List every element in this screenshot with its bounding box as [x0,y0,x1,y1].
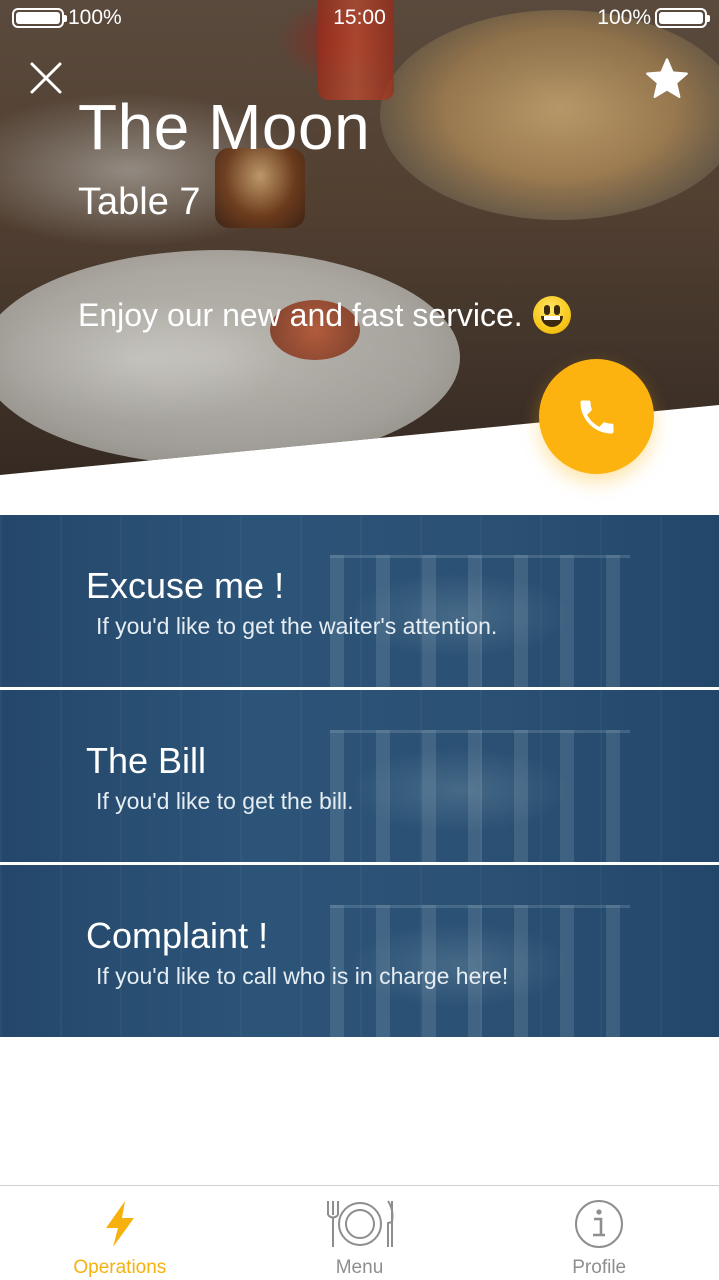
tab-label: Menu [335,1257,384,1278]
star-icon [646,58,688,98]
action-title: Excuse me ! [86,565,285,606]
action-title: The Bill [86,740,207,781]
call-waiter-button[interactable] [539,359,654,474]
action-title: Complaint ! [86,915,269,956]
lightning-icon [100,1198,140,1250]
tab-label: Profile [572,1257,627,1278]
plate-cutlery-icon [320,1198,400,1250]
status-right: 100% [597,6,710,30]
close-button[interactable] [26,58,66,98]
restaurant-name: The Moon [78,91,371,163]
tagline-text: Enjoy our new and fast service. [78,296,523,333]
action-complaint[interactable]: Complaint ! If you'd like to call who is… [0,865,719,1037]
battery-percent-right: 100% [597,6,651,29]
tab-menu[interactable]: Menu [240,1186,480,1280]
tab-operations[interactable]: Operations [0,1186,240,1280]
favorite-button[interactable] [644,56,690,102]
phone-icon [580,400,613,433]
action-description: If you'd like to call who is in charge h… [96,963,509,989]
tagline: Enjoy our new and fast service. [78,296,571,334]
card-background-chairs [330,730,630,862]
tab-bar: Operations Menu Profile [0,1185,719,1280]
action-description: If you'd like to get the waiter's attent… [96,613,498,639]
close-icon [30,62,62,94]
actions-list: Excuse me ! If you'd like to get the wai… [0,515,719,1037]
status-bar: 100% 15:00 100% [0,6,719,34]
action-excuse-me[interactable]: Excuse me ! If you'd like to get the wai… [0,515,719,687]
action-the-bill[interactable]: The Bill If you'd like to get the bill. [0,690,719,862]
battery-icon [655,8,710,28]
tab-profile[interactable]: Profile [479,1186,719,1280]
info-icon [573,1198,625,1250]
table-label: Table 7 [78,181,201,223]
tab-label: Operations [73,1257,167,1278]
smiley-emoji-icon [532,296,571,334]
action-description: If you'd like to get the bill. [96,788,354,814]
